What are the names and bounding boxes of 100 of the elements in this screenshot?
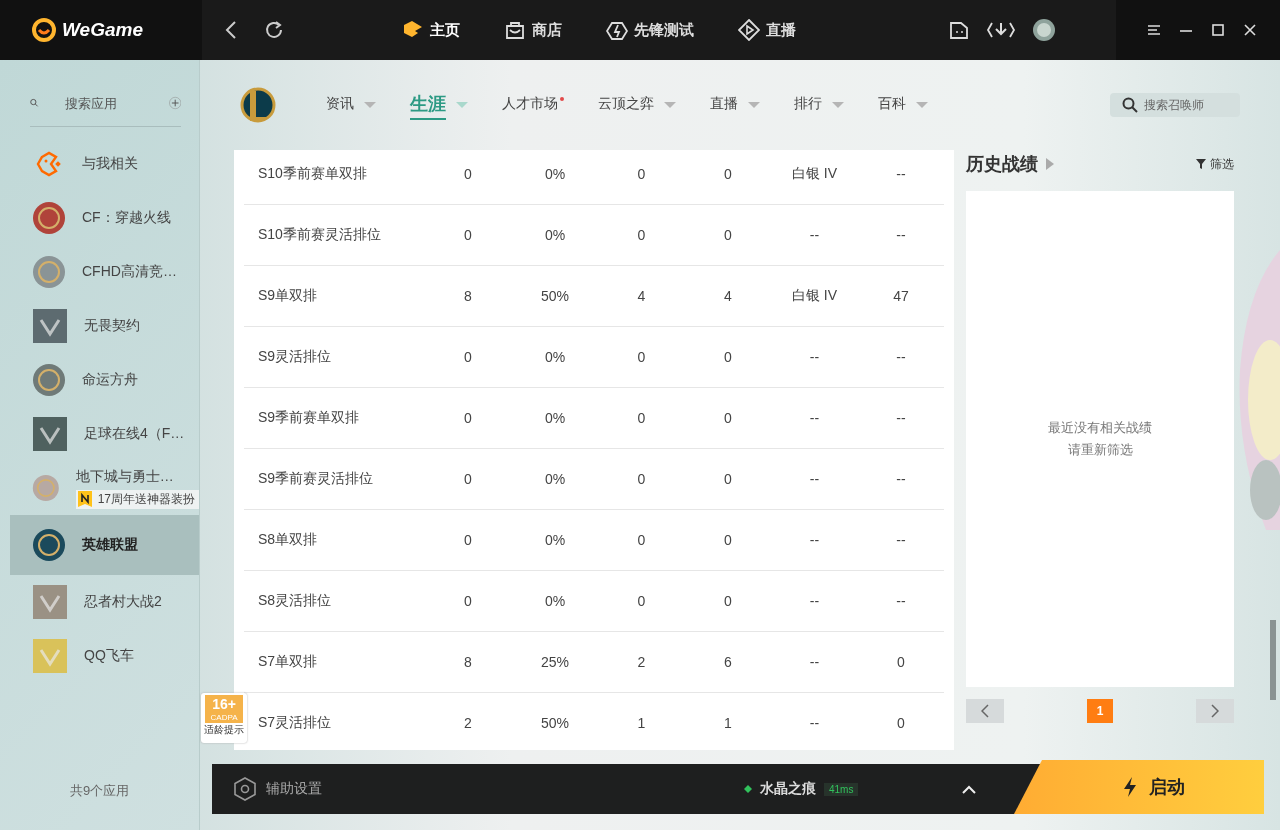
table-cell-text: -- (895, 166, 907, 182)
table-cell-text: 0 (636, 532, 647, 548)
sidebar-item[interactable]: QQ飞车 (10, 629, 199, 683)
table-cell-text: -- (808, 349, 821, 365)
nav-tab[interactable]: 主页 (402, 19, 460, 41)
table-cell-text: 0 (723, 227, 733, 243)
chevron-right-icon (1211, 704, 1219, 718)
table-cell-text: 47 (892, 288, 910, 304)
search-field[interactable]: 搜索应用 (48, 95, 159, 111)
table-cell-text: 1 (723, 715, 733, 731)
game-logo-icon (32, 255, 66, 289)
notification-dot (560, 97, 564, 101)
caret-icon (456, 101, 468, 109)
play-icon (738, 19, 760, 41)
table-cell-text: S9灵活排位 (257, 348, 333, 366)
sidebar-item[interactable]: CF：穿越火线 (10, 191, 199, 245)
filter-button[interactable]: 筛选 (1196, 155, 1234, 173)
table-cell-text: -- (808, 532, 821, 548)
avatar-icon[interactable] (1032, 18, 1056, 42)
table-cell-text: -- (895, 410, 907, 426)
tab[interactable]: 百科 (878, 91, 928, 119)
table-cell-text: 0 (636, 227, 647, 243)
game-logo-icon (32, 363, 66, 397)
tab[interactable]: 资讯 (326, 91, 376, 119)
game-logo-icon (32, 308, 68, 344)
game-name: 命运方舟 (82, 371, 138, 389)
table-cell-text: 0 (723, 166, 733, 182)
table-cell-text: -- (808, 410, 821, 426)
refresh-icon[interactable] (264, 20, 284, 40)
table-cell-text: 0 (723, 349, 733, 365)
table-cell-text: -- (895, 471, 907, 487)
table-cell-text: 0 (723, 471, 733, 487)
settings-button[interactable]: 辅助设置 (212, 777, 744, 801)
table-cell-text: 0 (463, 593, 473, 609)
table-cell-text: S8灵活排位 (257, 592, 333, 610)
table-cell-text: -- (895, 593, 907, 609)
table-cell-text: 8 (463, 288, 473, 304)
search-field[interactable]: 搜索召唤师 (1110, 93, 1240, 117)
sidebar-item[interactable]: CFHD高清竞… (10, 245, 199, 299)
table-cell-text: -- (808, 227, 821, 243)
table-cell-text: S10季前赛灵活排位 (257, 226, 382, 244)
table-cell-text: -- (808, 471, 821, 487)
close-icon[interactable] (1242, 22, 1258, 38)
chevron-up-icon[interactable] (962, 784, 976, 794)
app-count: 共9个应用 (68, 782, 131, 800)
table-cell-text: 8 (463, 654, 473, 670)
table-cell-text: S7单双排 (257, 653, 319, 671)
table-cell-text: 0 (463, 471, 473, 487)
game-logo-icon (32, 584, 68, 620)
game-name: CFHD高清竞… (82, 263, 177, 281)
empty-message: 请重新筛选 (1067, 441, 1133, 459)
tab[interactable]: 人才市场 (502, 91, 564, 119)
maximize-icon[interactable] (1210, 22, 1226, 38)
table-cell-text: 0% (543, 349, 567, 365)
status-icon (744, 785, 752, 793)
tab[interactable]: 直播 (710, 91, 760, 119)
sidebar-item[interactable]: 地下城与勇士… 17周年送神器装扮 (10, 461, 199, 515)
table-cell-text: 2 (636, 654, 647, 670)
game-name: 地下城与勇士… (75, 467, 175, 486)
table-cell-text: 0 (636, 471, 647, 487)
table-cell-text: 1 (636, 715, 647, 731)
launch-button[interactable]: 启动 (1014, 760, 1264, 814)
game-logo-icon (32, 638, 68, 674)
table-cell-text: 0 (463, 166, 473, 182)
menu-icon[interactable] (1146, 22, 1162, 38)
sidebar-item[interactable]: 忍者村大战2 (10, 575, 199, 629)
sidebar-item[interactable]: 与我相关 (10, 137, 199, 191)
tab[interactable]: 排行 (794, 91, 844, 119)
sidebar-item[interactable]: 英雄联盟 (10, 515, 199, 575)
table-cell-text: 0% (543, 593, 567, 609)
nav-tab[interactable]: 先锋测试 (606, 19, 694, 41)
sidebar-item[interactable]: 足球在线4（F… (10, 407, 199, 461)
table-cell-text: -- (808, 654, 821, 670)
table-cell-text: 0% (543, 166, 567, 182)
game-logo-icon (238, 85, 278, 125)
game-name: CF：穿越火线 (82, 209, 171, 227)
section-title: 历史战绩 (966, 153, 1038, 176)
server-name: 水晶之痕 (760, 780, 816, 798)
tab[interactable]: 云顶之弈 (598, 91, 676, 119)
scrollbar[interactable] (1270, 620, 1276, 700)
age-rating: 16+ (205, 695, 243, 713)
table-cell-text: 0 (723, 593, 733, 609)
table-cell-text: 4 (636, 288, 647, 304)
search-icon (1122, 97, 1138, 113)
promo-text: 17周年送神器装扮 (97, 490, 195, 508)
download-icon[interactable] (986, 20, 1016, 40)
nav-tab[interactable]: 直播 (738, 19, 796, 41)
sidebar-item[interactable]: 命运方舟 (10, 353, 199, 407)
table-cell-text: S9单双排 (257, 287, 319, 305)
sidebar-item[interactable]: 无畏契约 (10, 299, 199, 353)
table-cell-text: 6 (723, 654, 733, 670)
table-cell-text: 0% (543, 410, 567, 426)
table-cell-text: -- (895, 349, 907, 365)
hexagon-icon (234, 777, 256, 801)
table-cell-text: -- (895, 532, 907, 548)
game-logo-icon (32, 416, 68, 452)
table-cell-text: 0 (463, 410, 473, 426)
back-icon[interactable] (224, 20, 238, 40)
nav-tab[interactable]: 商店 (504, 19, 562, 41)
lightning-icon (1123, 777, 1137, 797)
